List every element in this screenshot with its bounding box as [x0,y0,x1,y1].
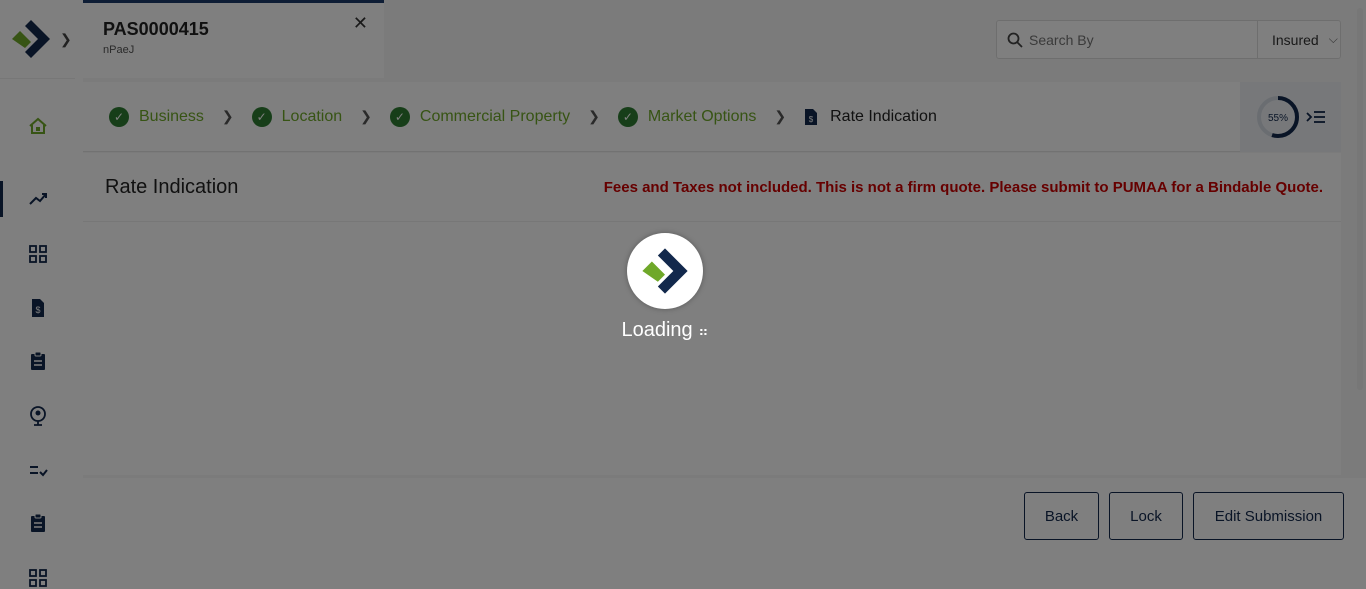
loading-overlay: Loading ⠶ [0,0,1366,589]
spinner-dots-icon: ⠶ [698,323,709,339]
loading-text: Loading ⠶ [621,319,709,341]
brand-logo [642,248,688,294]
loading-indicator: Loading ⠶ [613,233,717,342]
loader-logo [627,233,703,309]
scrollbar[interactable] [1357,8,1363,390]
